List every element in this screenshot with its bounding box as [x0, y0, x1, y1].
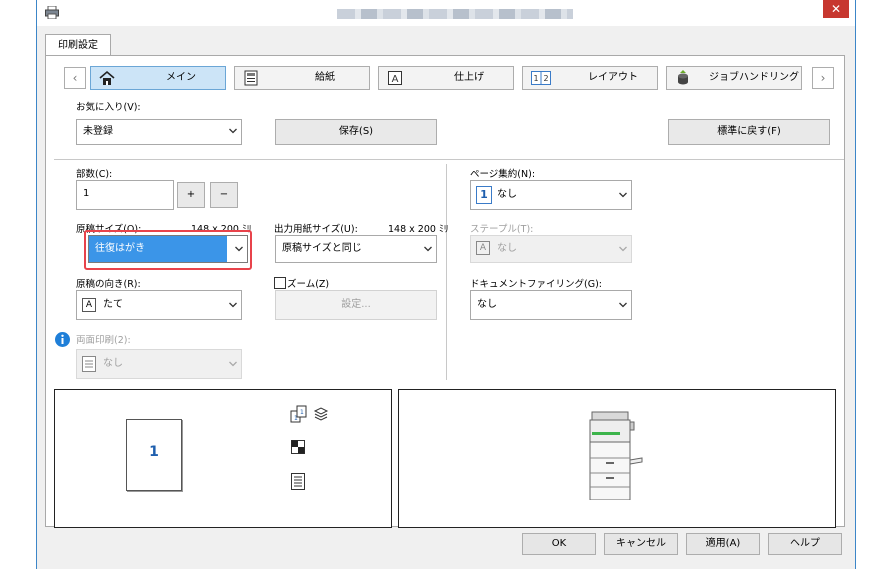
svg-text:A: A [392, 74, 399, 85]
document-icon [291, 473, 305, 490]
copies-input[interactable]: 1 [76, 180, 174, 210]
main-panel: ‹ メイン 給紙 A 仕上げ 1 2 レイアウト ジョブハンドリング › お気に… [45, 55, 845, 528]
pages-per-sheet-label: ページ集約(N): [470, 169, 536, 180]
staple-value: なし [497, 243, 517, 254]
help-button[interactable]: ヘルプ [768, 533, 842, 555]
chevron-down-icon [619, 246, 627, 252]
page-number: 1 [149, 444, 159, 460]
nav-tab-label: ジョブハンドリング [709, 72, 799, 83]
orientation-dropdown[interactable]: A たて [76, 290, 242, 320]
printer-preview-pane [398, 389, 836, 528]
document-filing-value: なし [477, 299, 497, 310]
orientation-value: たて [103, 299, 123, 310]
favorites-label: お気に入り(V): [76, 102, 141, 113]
svg-text:1: 1 [533, 74, 538, 83]
nav-prev-button[interactable]: ‹ [64, 67, 86, 89]
title-bar: ✕ [37, 0, 855, 26]
nav-tab-label: 給紙 [315, 72, 335, 83]
svg-text:2: 2 [543, 74, 548, 83]
nav-tab-finishing[interactable]: A 仕上げ [378, 66, 514, 90]
portrait-a-icon: A [82, 298, 96, 312]
chevron-down-icon [619, 192, 627, 198]
chevron-down-icon [424, 246, 432, 252]
finishing-icon: A [388, 71, 402, 85]
nav-tab-label: レイアウト [588, 72, 638, 83]
chevron-down-icon [619, 302, 627, 308]
duplex-label: 両面印刷(2): [76, 335, 131, 346]
nav-tab-label: メイン [166, 72, 196, 83]
pages-per-sheet-value: なし [497, 189, 517, 200]
page-preview-pane: 1 1 1 [54, 389, 392, 528]
nav-tab-paper[interactable]: 給紙 [234, 66, 370, 90]
cancel-button[interactable]: キャンセル [604, 533, 678, 555]
favorites-value: 未登録 [83, 126, 113, 137]
chevron-down-icon [229, 128, 237, 134]
staple-dropdown[interactable]: A なし [470, 235, 632, 263]
nav-tab-main[interactable]: メイン [90, 66, 226, 90]
output-size-value: 原稿サイズと同じ [282, 243, 362, 254]
duplex-dropdown[interactable]: なし [76, 349, 242, 379]
orientation-label: 原稿の向き(R): [76, 279, 141, 290]
copies-increment-button[interactable]: + [177, 182, 205, 208]
svg-text:1: 1 [294, 415, 298, 422]
pages-per-sheet-dropdown[interactable]: 1 なし [470, 180, 632, 210]
printer-icon [45, 6, 59, 19]
copies-value: 1 [83, 188, 90, 199]
separator [54, 159, 844, 160]
duplex-value: なし [103, 358, 123, 369]
apply-button[interactable]: 適用(A) [686, 533, 760, 555]
original-size-value: 往復はがき [95, 243, 145, 254]
info-icon [55, 332, 70, 347]
home-icon [99, 70, 115, 85]
zoom-checkbox[interactable] [274, 277, 286, 289]
output-size-label: 出力用紙サイズ(U): [274, 224, 358, 235]
document-filing-dropdown[interactable]: なし [470, 290, 632, 320]
page-count-icon: 1 [476, 186, 492, 204]
layout-icon: 1 2 [531, 71, 551, 85]
copy-pages-icon: 1 1 [290, 405, 307, 423]
nav-tab-label: 仕上げ [454, 72, 484, 83]
zoom-settings-button[interactable]: 設定... [275, 290, 437, 320]
document-filing-label: ドキュメントファイリング(G): [470, 279, 602, 290]
nav-next-button[interactable]: › [812, 67, 834, 89]
print-settings-window: ✕ 印刷設定 ‹ メイン 給紙 A 仕上げ 1 2 レイアウト ジョブハンドリン… [36, 0, 856, 569]
job-handling-icon [678, 70, 688, 85]
window-title-redacted [337, 9, 573, 19]
output-size-dropdown[interactable]: 原稿サイズと同じ [275, 235, 437, 263]
printer-machine-icon [589, 411, 643, 500]
chevron-down-icon [235, 246, 243, 252]
original-size-dropdown[interactable]: 往復はがき [88, 235, 248, 263]
column-divider [446, 164, 447, 380]
page-preview: 1 [126, 419, 182, 491]
output-size-dims: 148 x 200 ﾐﾘ [388, 224, 449, 235]
reset-defaults-button[interactable]: 標準に戻す(F) [668, 119, 830, 145]
chevron-down-icon [229, 302, 237, 308]
ok-button[interactable]: OK [522, 533, 596, 555]
nav-tab-job-handling[interactable]: ジョブハンドリング [666, 66, 802, 90]
staple-label: ステープル(T): [470, 224, 534, 235]
tab-print-settings[interactable]: 印刷設定 [45, 34, 111, 57]
stack-icon [313, 407, 329, 421]
copies-decrement-button[interactable]: − [210, 182, 238, 208]
color-mode-icon [291, 440, 305, 454]
paper-tray-icon [244, 70, 258, 86]
save-favorite-button[interactable]: 保存(S) [275, 119, 437, 145]
copies-label: 部数(C): [76, 169, 113, 180]
close-button[interactable]: ✕ [823, 0, 849, 18]
chevron-down-icon [229, 361, 237, 367]
svg-text:1: 1 [300, 409, 304, 416]
zoom-label: ズーム(Z) [287, 279, 330, 290]
favorites-dropdown[interactable]: 未登録 [76, 119, 242, 145]
nav-tab-layout[interactable]: 1 2 レイアウト [522, 66, 658, 90]
staple-a-icon: A [476, 241, 490, 255]
document-icon [82, 356, 96, 372]
